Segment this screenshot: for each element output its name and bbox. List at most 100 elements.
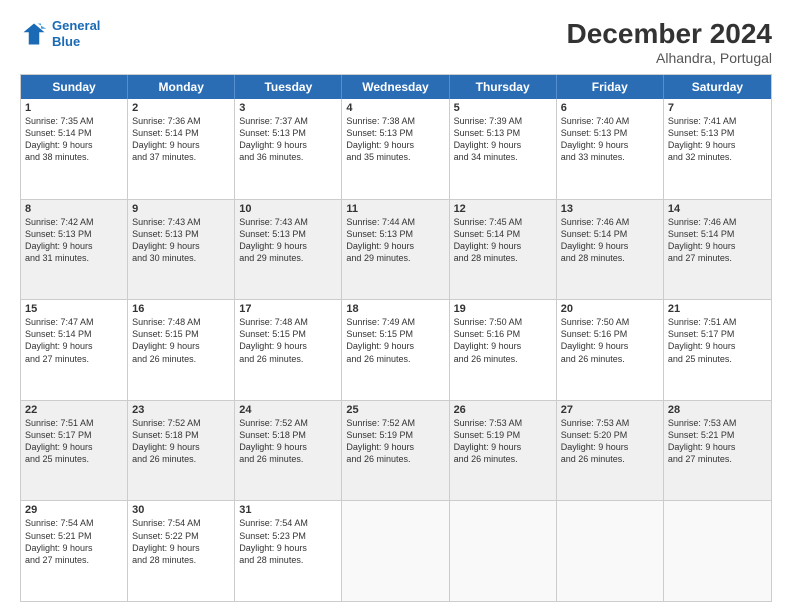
cal-row-2: 8Sunrise: 7:42 AM Sunset: 5:13 PM Daylig… — [21, 200, 771, 301]
cell-sun-info: Sunrise: 7:48 AM Sunset: 5:15 PM Dayligh… — [239, 316, 337, 365]
cell-sun-info: Sunrise: 7:37 AM Sunset: 5:13 PM Dayligh… — [239, 115, 337, 164]
header-day-monday: Monday — [128, 75, 235, 99]
day-number: 6 — [561, 102, 659, 114]
cal-cell — [450, 501, 557, 601]
cal-cell: 11Sunrise: 7:44 AM Sunset: 5:13 PM Dayli… — [342, 200, 449, 300]
day-number: 19 — [454, 303, 552, 315]
page: General Blue December 2024 Alhandra, Por… — [0, 0, 792, 612]
cal-cell: 21Sunrise: 7:51 AM Sunset: 5:17 PM Dayli… — [664, 300, 771, 400]
day-number: 2 — [132, 102, 230, 114]
cal-cell: 25Sunrise: 7:52 AM Sunset: 5:19 PM Dayli… — [342, 401, 449, 501]
cal-cell: 24Sunrise: 7:52 AM Sunset: 5:18 PM Dayli… — [235, 401, 342, 501]
cell-sun-info: Sunrise: 7:35 AM Sunset: 5:14 PM Dayligh… — [25, 115, 123, 164]
header-day-wednesday: Wednesday — [342, 75, 449, 99]
day-number: 8 — [25, 203, 123, 215]
cell-sun-info: Sunrise: 7:53 AM Sunset: 5:20 PM Dayligh… — [561, 417, 659, 466]
day-number: 1 — [25, 102, 123, 114]
cell-sun-info: Sunrise: 7:50 AM Sunset: 5:16 PM Dayligh… — [454, 316, 552, 365]
cal-cell — [664, 501, 771, 601]
cal-cell: 20Sunrise: 7:50 AM Sunset: 5:16 PM Dayli… — [557, 300, 664, 400]
day-number: 9 — [132, 203, 230, 215]
day-number: 20 — [561, 303, 659, 315]
cal-cell: 8Sunrise: 7:42 AM Sunset: 5:13 PM Daylig… — [21, 200, 128, 300]
cell-sun-info: Sunrise: 7:40 AM Sunset: 5:13 PM Dayligh… — [561, 115, 659, 164]
cell-sun-info: Sunrise: 7:45 AM Sunset: 5:14 PM Dayligh… — [454, 216, 552, 265]
cell-sun-info: Sunrise: 7:53 AM Sunset: 5:21 PM Dayligh… — [668, 417, 767, 466]
cal-cell: 29Sunrise: 7:54 AM Sunset: 5:21 PM Dayli… — [21, 501, 128, 601]
day-number: 17 — [239, 303, 337, 315]
day-number: 13 — [561, 203, 659, 215]
day-number: 24 — [239, 404, 337, 416]
logo-line1: General — [52, 18, 100, 33]
cell-sun-info: Sunrise: 7:42 AM Sunset: 5:13 PM Dayligh… — [25, 216, 123, 265]
month-title: December 2024 — [567, 18, 772, 50]
cal-cell: 19Sunrise: 7:50 AM Sunset: 5:16 PM Dayli… — [450, 300, 557, 400]
cal-cell: 10Sunrise: 7:43 AM Sunset: 5:13 PM Dayli… — [235, 200, 342, 300]
cell-sun-info: Sunrise: 7:46 AM Sunset: 5:14 PM Dayligh… — [668, 216, 767, 265]
cal-row-3: 15Sunrise: 7:47 AM Sunset: 5:14 PM Dayli… — [21, 300, 771, 401]
cal-cell: 30Sunrise: 7:54 AM Sunset: 5:22 PM Dayli… — [128, 501, 235, 601]
cal-cell: 13Sunrise: 7:46 AM Sunset: 5:14 PM Dayli… — [557, 200, 664, 300]
day-number: 21 — [668, 303, 767, 315]
header-day-sunday: Sunday — [21, 75, 128, 99]
day-number: 11 — [346, 203, 444, 215]
day-number: 31 — [239, 504, 337, 516]
cell-sun-info: Sunrise: 7:52 AM Sunset: 5:18 PM Dayligh… — [132, 417, 230, 466]
cell-sun-info: Sunrise: 7:48 AM Sunset: 5:15 PM Dayligh… — [132, 316, 230, 365]
cal-cell: 16Sunrise: 7:48 AM Sunset: 5:15 PM Dayli… — [128, 300, 235, 400]
day-number: 23 — [132, 404, 230, 416]
cal-cell: 3Sunrise: 7:37 AM Sunset: 5:13 PM Daylig… — [235, 99, 342, 199]
cal-row-5: 29Sunrise: 7:54 AM Sunset: 5:21 PM Dayli… — [21, 501, 771, 601]
header-day-friday: Friday — [557, 75, 664, 99]
cell-sun-info: Sunrise: 7:54 AM Sunset: 5:22 PM Dayligh… — [132, 517, 230, 566]
calendar-header: SundayMondayTuesdayWednesdayThursdayFrid… — [21, 75, 771, 99]
cell-sun-info: Sunrise: 7:52 AM Sunset: 5:19 PM Dayligh… — [346, 417, 444, 466]
day-number: 16 — [132, 303, 230, 315]
logo-icon — [20, 20, 48, 48]
day-number: 27 — [561, 404, 659, 416]
header-day-thursday: Thursday — [450, 75, 557, 99]
cal-cell: 9Sunrise: 7:43 AM Sunset: 5:13 PM Daylig… — [128, 200, 235, 300]
cell-sun-info: Sunrise: 7:54 AM Sunset: 5:21 PM Dayligh… — [25, 517, 123, 566]
logo: General Blue — [20, 18, 100, 49]
cell-sun-info: Sunrise: 7:50 AM Sunset: 5:16 PM Dayligh… — [561, 316, 659, 365]
header-day-saturday: Saturday — [664, 75, 771, 99]
calendar: SundayMondayTuesdayWednesdayThursdayFrid… — [20, 74, 772, 602]
cal-cell: 22Sunrise: 7:51 AM Sunset: 5:17 PM Dayli… — [21, 401, 128, 501]
cal-cell: 18Sunrise: 7:49 AM Sunset: 5:15 PM Dayli… — [342, 300, 449, 400]
cal-row-4: 22Sunrise: 7:51 AM Sunset: 5:17 PM Dayli… — [21, 401, 771, 502]
day-number: 25 — [346, 404, 444, 416]
cal-cell: 26Sunrise: 7:53 AM Sunset: 5:19 PM Dayli… — [450, 401, 557, 501]
cal-cell — [342, 501, 449, 601]
day-number: 30 — [132, 504, 230, 516]
day-number: 28 — [668, 404, 767, 416]
cal-cell: 27Sunrise: 7:53 AM Sunset: 5:20 PM Dayli… — [557, 401, 664, 501]
cal-cell: 17Sunrise: 7:48 AM Sunset: 5:15 PM Dayli… — [235, 300, 342, 400]
location-subtitle: Alhandra, Portugal — [567, 50, 772, 66]
cell-sun-info: Sunrise: 7:47 AM Sunset: 5:14 PM Dayligh… — [25, 316, 123, 365]
day-number: 22 — [25, 404, 123, 416]
day-number: 5 — [454, 102, 552, 114]
day-number: 10 — [239, 203, 337, 215]
day-number: 7 — [668, 102, 767, 114]
day-number: 15 — [25, 303, 123, 315]
cal-cell: 12Sunrise: 7:45 AM Sunset: 5:14 PM Dayli… — [450, 200, 557, 300]
header: General Blue December 2024 Alhandra, Por… — [20, 18, 772, 66]
day-number: 3 — [239, 102, 337, 114]
cal-row-1: 1Sunrise: 7:35 AM Sunset: 5:14 PM Daylig… — [21, 99, 771, 200]
cell-sun-info: Sunrise: 7:49 AM Sunset: 5:15 PM Dayligh… — [346, 316, 444, 365]
cal-cell: 6Sunrise: 7:40 AM Sunset: 5:13 PM Daylig… — [557, 99, 664, 199]
logo-text: General Blue — [52, 18, 100, 49]
cell-sun-info: Sunrise: 7:46 AM Sunset: 5:14 PM Dayligh… — [561, 216, 659, 265]
cal-cell — [557, 501, 664, 601]
cal-cell: 7Sunrise: 7:41 AM Sunset: 5:13 PM Daylig… — [664, 99, 771, 199]
cell-sun-info: Sunrise: 7:43 AM Sunset: 5:13 PM Dayligh… — [132, 216, 230, 265]
cell-sun-info: Sunrise: 7:51 AM Sunset: 5:17 PM Dayligh… — [25, 417, 123, 466]
cal-cell: 31Sunrise: 7:54 AM Sunset: 5:23 PM Dayli… — [235, 501, 342, 601]
cal-cell: 5Sunrise: 7:39 AM Sunset: 5:13 PM Daylig… — [450, 99, 557, 199]
cell-sun-info: Sunrise: 7:52 AM Sunset: 5:18 PM Dayligh… — [239, 417, 337, 466]
cell-sun-info: Sunrise: 7:51 AM Sunset: 5:17 PM Dayligh… — [668, 316, 767, 365]
day-number: 4 — [346, 102, 444, 114]
cell-sun-info: Sunrise: 7:38 AM Sunset: 5:13 PM Dayligh… — [346, 115, 444, 164]
cell-sun-info: Sunrise: 7:54 AM Sunset: 5:23 PM Dayligh… — [239, 517, 337, 566]
